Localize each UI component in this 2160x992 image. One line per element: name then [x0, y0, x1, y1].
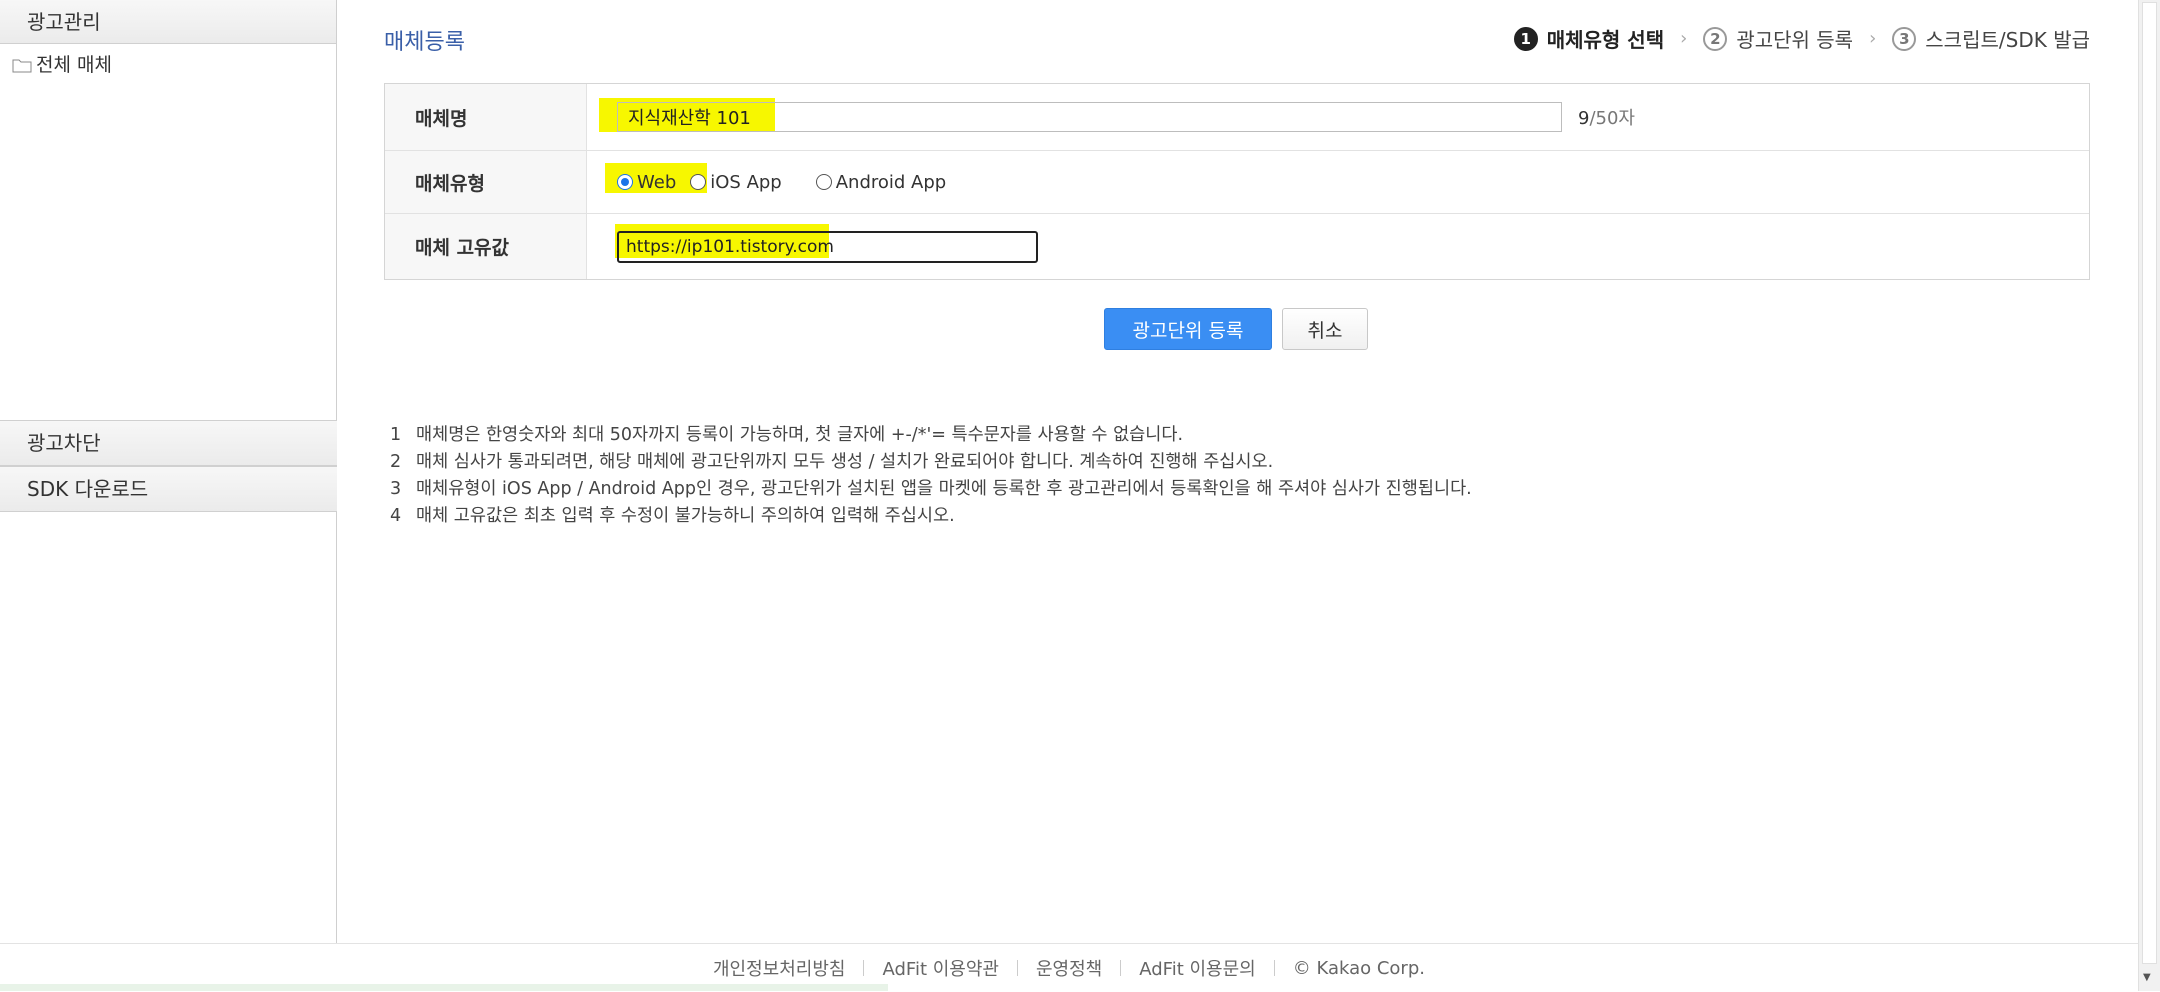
- note-item: 2 매체 심사가 통과되려면, 해당 매체에 광고단위까지 모두 생성 / 설치가…: [390, 449, 1472, 476]
- radio-android-app[interactable]: Android App: [815, 171, 947, 193]
- note-text: 매체유형이 iOS App / Android App인 경우, 광고단위가 설…: [416, 479, 1472, 499]
- note-number: 1: [390, 425, 402, 445]
- scrollbar-thumb[interactable]: [2142, 2, 2157, 964]
- footer-divider: [1120, 960, 1122, 976]
- folder-icon: [12, 59, 32, 72]
- step-indicator: 1 매체유형 선택 › 2 광고단위 등록 › 3 스크립트/SDK 발급: [1513, 24, 2090, 53]
- step-1-label: 매체유형 선택: [1546, 28, 1665, 52]
- step-1-number: 1: [1513, 26, 1538, 51]
- note-text: 매체 심사가 통과되려면, 해당 매체에 광고단위까지 모두 생성 / 설치가 …: [416, 452, 1274, 472]
- footer-divider: [1273, 960, 1275, 976]
- step-3-label: 스크립트/SDK 발급: [1925, 28, 2090, 52]
- sidebar-menu-sdk-download[interactable]: SDK 다운로드: [0, 466, 337, 512]
- footer-link-privacy[interactable]: 개인정보처리방침: [713, 955, 845, 981]
- note-number: 2: [390, 452, 402, 472]
- media-name-label: 매체명: [385, 84, 587, 150]
- tree-item-label: 전체 매체: [36, 54, 112, 76]
- cancel-button[interactable]: 취소: [1282, 308, 1368, 350]
- step-2: 2 광고단위 등록: [1703, 24, 1853, 53]
- char-count-current: 9: [1578, 108, 1590, 129]
- note-item: 1 매체명은 한영숫자와 최대 50자까지 등록이 가능하며, 첫 글자에 +-/…: [390, 422, 1472, 449]
- media-name-value-cell: 9/50자: [587, 84, 2089, 150]
- form-row-media-type: 매체유형 Web iOS App Android App: [385, 151, 2089, 214]
- vertical-scrollbar[interactable]: ▼: [2138, 0, 2160, 991]
- note-item: 4 매체 고유값은 최초 입력 후 수정이 불가능하니 주의하여 입력해 주십시오…: [390, 503, 1472, 530]
- media-uid-input[interactable]: [617, 230, 1038, 263]
- tree-item-all-media[interactable]: 전체 매체: [12, 53, 112, 77]
- step-2-number: 2: [1703, 26, 1728, 51]
- radio-ios-app[interactable]: iOS App: [690, 171, 782, 193]
- footer-divider: [1016, 960, 1018, 976]
- radio-ios-label: iOS App: [710, 171, 782, 193]
- radio-web[interactable]: Web: [617, 172, 676, 193]
- chevron-right-icon: ›: [1869, 28, 1877, 49]
- radio-android-dot[interactable]: [815, 174, 832, 190]
- media-uid-value-cell: [587, 214, 2089, 279]
- footer-link-terms[interactable]: AdFit 이용약관: [882, 955, 999, 981]
- footer-copyright: © Kakao Corp.: [1292, 957, 1425, 979]
- note-text: 매체명은 한영숫자와 최대 50자까지 등록이 가능하며, 첫 글자에 +-/*…: [416, 425, 1184, 445]
- footer-link-inquiry[interactable]: AdFit 이용문의: [1139, 955, 1256, 981]
- step-3-number: 3: [1892, 26, 1917, 51]
- step-1: 1 매체유형 선택: [1513, 24, 1665, 53]
- footer-divider: [863, 960, 865, 976]
- media-type-label: 매체유형: [385, 151, 587, 213]
- char-count-total: /50자: [1589, 108, 1635, 129]
- media-uid-label: 매체 고유값: [385, 214, 587, 279]
- footer-link-policy[interactable]: 운영정책: [1036, 955, 1102, 981]
- register-ad-unit-button[interactable]: 광고단위 등록: [1104, 308, 1272, 350]
- char-count: 9/50자: [1578, 104, 1635, 130]
- form-row-media-uid: 매체 고유값: [385, 214, 2089, 279]
- main-content: 매체등록 1 매체유형 선택 › 2 광고단위 등록 › 3 스크립트/SDK …: [338, 0, 2138, 943]
- note-number: 3: [390, 479, 402, 499]
- radio-web-dot[interactable]: [617, 174, 633, 190]
- sidebar: 광고관리 전체 매체 광고차단 SDK 다운로드: [0, 0, 337, 943]
- media-type-value-cell: Web iOS App Android App: [587, 151, 2089, 213]
- radio-web-label: Web: [637, 171, 677, 193]
- sidebar-header-ad-management[interactable]: 광고관리: [0, 0, 336, 44]
- step-3: 3 스크립트/SDK 발급: [1892, 24, 2090, 53]
- step-2-label: 광고단위 등록: [1736, 28, 1854, 52]
- radio-ios-dot[interactable]: [690, 174, 707, 190]
- chevron-right-icon: ›: [1680, 28, 1688, 49]
- note-number: 4: [390, 506, 402, 526]
- page-title: 매체등록: [384, 30, 465, 55]
- sidebar-menu-ad-block[interactable]: 광고차단: [0, 420, 337, 466]
- media-name-input[interactable]: [617, 102, 1562, 132]
- status-strip: [0, 984, 888, 991]
- note-item: 3 매체유형이 iOS App / Android App인 경우, 광고단위가 …: [390, 476, 1472, 503]
- notes-list: 1 매체명은 한영숫자와 최대 50자까지 등록이 가능하며, 첫 글자에 +-/…: [390, 422, 1472, 530]
- note-text: 매체 고유값은 최초 입력 후 수정이 불가능하니 주의하여 입력해 주십시오.: [416, 506, 955, 526]
- form-row-media-name: 매체명 9/50자: [385, 84, 2089, 151]
- radio-android-label: Android App: [835, 171, 947, 193]
- scroll-down-arrow-icon[interactable]: ▼: [2143, 972, 2151, 983]
- media-form: 매체명 9/50자 매체유형 Web iOS App: [384, 83, 2090, 280]
